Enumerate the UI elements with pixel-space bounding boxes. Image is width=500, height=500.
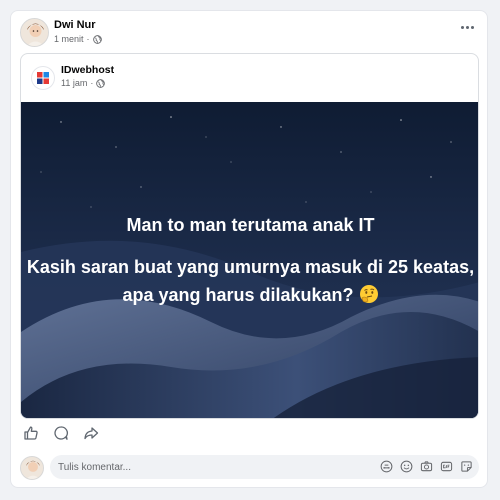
camera-icon[interactable] [420, 460, 433, 473]
shared-post[interactable]: IDwebhost 11 jam · Man to man terutama a… [20, 53, 479, 419]
meta-separator: · [86, 34, 90, 44]
globe-icon [96, 78, 106, 88]
meta-separator: · [90, 78, 94, 88]
post-time[interactable]: 1 menit [54, 34, 84, 44]
globe-icon [92, 34, 102, 44]
post-meta: 1 menit · [54, 34, 102, 44]
post-card: Dwi Nur 1 menit · IDwebhost 11 jam · Man… [10, 10, 488, 488]
image-body: Kasih saran buat yang umurnya masuk di 2… [26, 257, 475, 305]
author-avatar[interactable] [20, 18, 49, 47]
comment-tools [380, 460, 473, 473]
gif-icon[interactable] [440, 460, 453, 473]
share-icon[interactable] [83, 425, 99, 441]
image-headline: Man to man terutama anak IT [126, 215, 375, 235]
emoji-icon[interactable] [400, 460, 413, 473]
idwebhost-logo[interactable] [31, 66, 55, 90]
comment-icon[interactable] [53, 425, 69, 441]
post-image[interactable]: Man to man terutama anak IT Kasih saran … [21, 102, 478, 418]
like-icon[interactable] [23, 425, 39, 441]
author-name[interactable]: Dwi Nur [54, 19, 96, 31]
more-options-button[interactable] [459, 21, 475, 33]
image-caption: Man to man terutama anak IT Kasih saran … [21, 102, 478, 418]
sticker-icon[interactable] [460, 460, 473, 473]
comment-composer [20, 455, 480, 481]
comment-box[interactable] [50, 455, 479, 479]
avatar-sticker-icon[interactable] [380, 460, 393, 473]
shared-author-name[interactable]: IDwebhost [61, 64, 114, 76]
image-body-wrap: Kasih saran buat yang umurnya masuk di 2… [21, 253, 478, 309]
more-horizontal-icon [460, 25, 464, 29]
post-actions [23, 425, 99, 441]
comment-input[interactable] [58, 459, 378, 475]
commenter-avatar[interactable] [20, 456, 44, 480]
shared-time[interactable]: 11 jam [61, 78, 87, 88]
thinking-face-emoji [359, 285, 378, 303]
shared-meta: 11 jam · [61, 78, 106, 88]
